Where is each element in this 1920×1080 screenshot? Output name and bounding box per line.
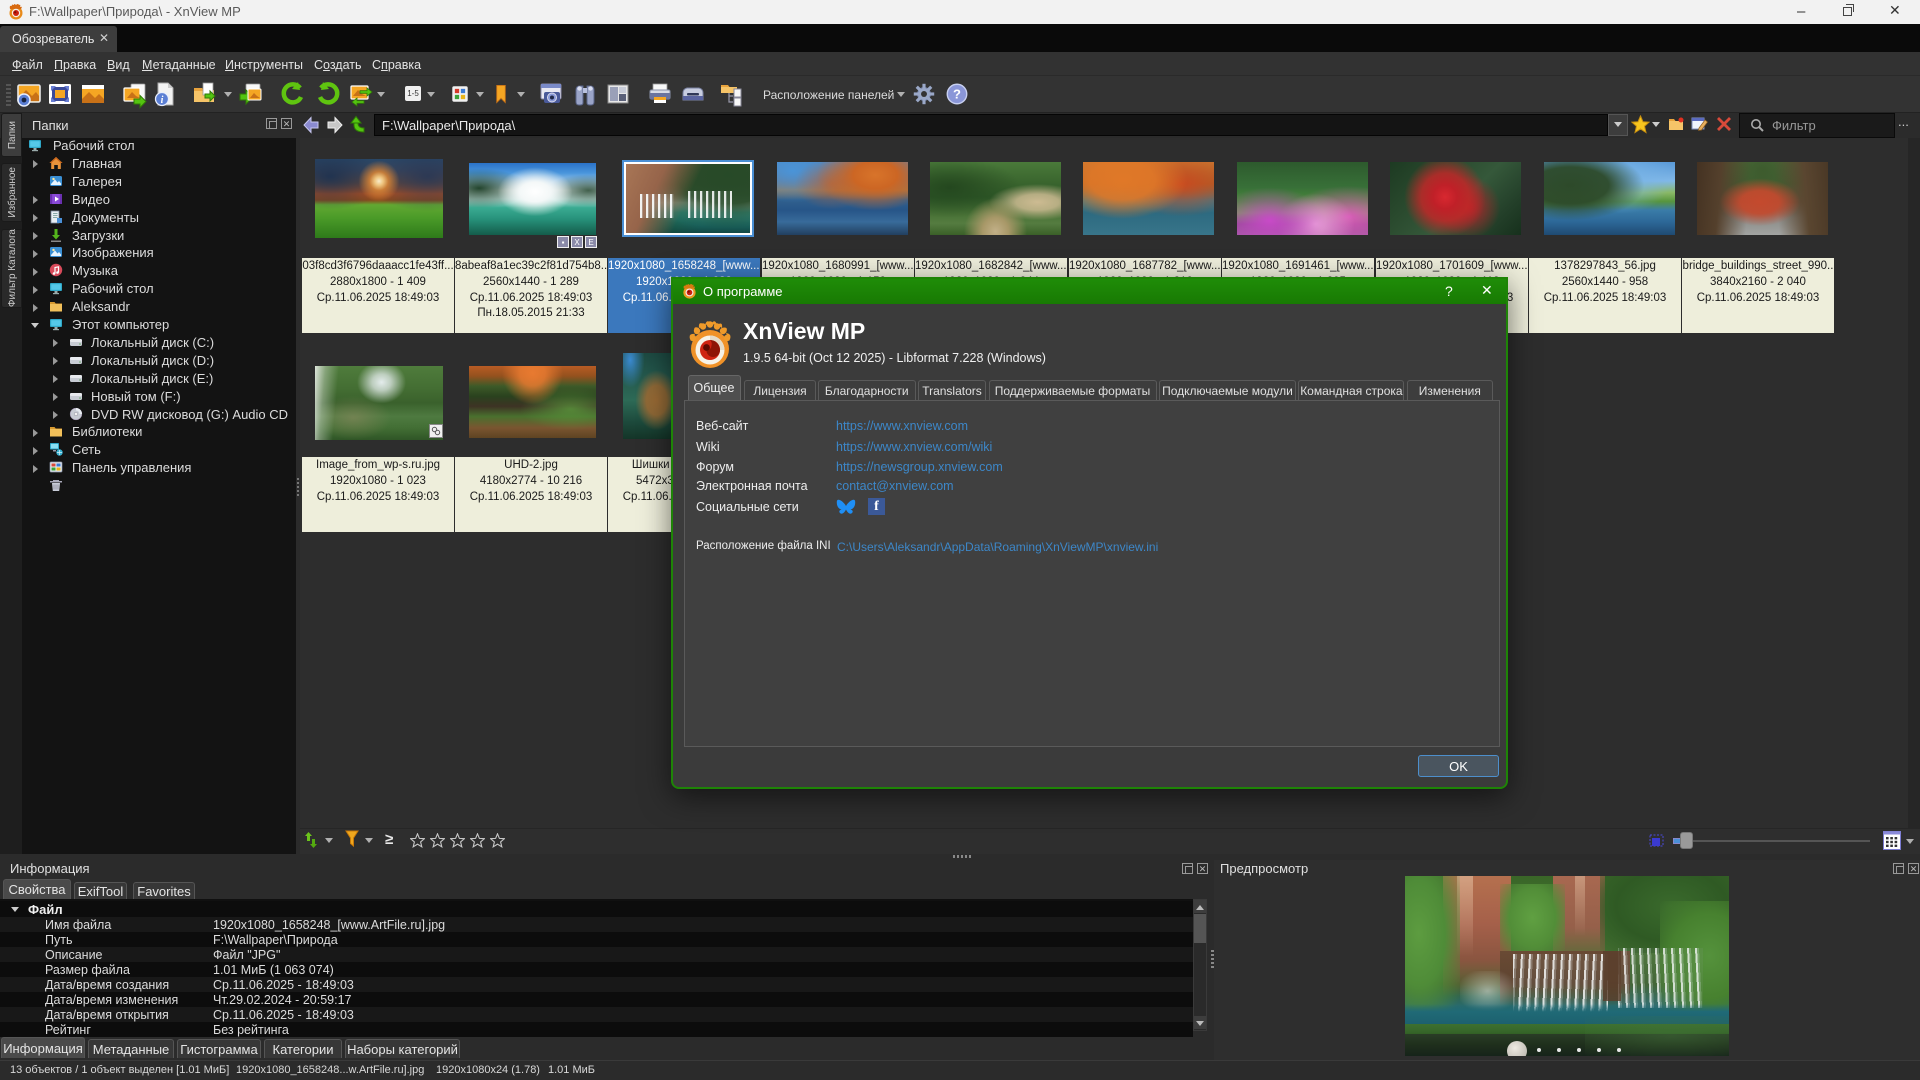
svg-text:i: i xyxy=(161,95,164,106)
svg-text:?: ? xyxy=(953,87,961,102)
